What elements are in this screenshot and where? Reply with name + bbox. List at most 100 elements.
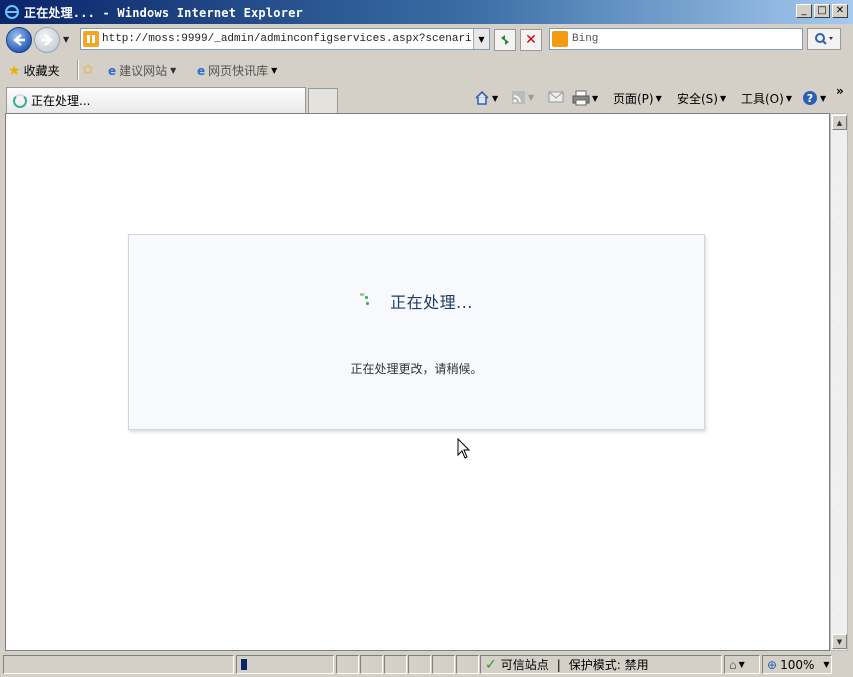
favorites-bar: ★ 收藏夹 ✩ e 建议网站 ▼ e 网页快讯库 ▼ — [0, 56, 853, 84]
progress-bar — [236, 655, 334, 674]
chevron-down-icon: ▼ — [592, 93, 599, 103]
forward-arrow-icon — [41, 34, 53, 46]
status-pane — [336, 655, 359, 674]
address-dropdown-icon[interactable]: ▼ — [473, 29, 489, 49]
back-button[interactable] — [6, 27, 32, 53]
help-icon: ? — [803, 91, 817, 105]
feeds-button[interactable]: ▼ — [511, 90, 534, 105]
web-slice-gallery-label: 网页快讯库 — [208, 64, 269, 78]
mouse-pointer-icon — [457, 437, 471, 463]
stop-icon: ✕ — [525, 32, 537, 48]
title-bar: 正在处理... - Windows Internet Explorer _ □ … — [0, 0, 853, 24]
tab-command-bar: 正在处理... ▼ ▼ ▼ 页面(P) ▼ 安全(S) ▼ 工具(O) ▼ ? … — [0, 84, 853, 113]
chevron-down-icon: ▼ — [820, 93, 827, 103]
ie-page-icon: e — [197, 63, 206, 78]
ie-page-icon: e — [108, 63, 117, 78]
spinner-icon — [360, 291, 376, 311]
tab-title: 正在处理... — [31, 94, 91, 108]
separator: | — [556, 657, 561, 672]
favorites-label: 收藏夹 — [23, 64, 60, 78]
search-input[interactable]: Bing — [572, 33, 598, 45]
chevron-down-icon: ▼ — [719, 94, 727, 103]
forward-button[interactable] — [34, 27, 60, 53]
tools-menu[interactable]: 工具(O) ▼ — [741, 90, 792, 107]
checkmark-icon: ✓ — [485, 656, 497, 673]
history-dropdown-icon[interactable]: ▼ — [63, 35, 69, 44]
page-content: 正在处理... 正在处理更改，请稍候。 — [5, 113, 830, 651]
safety-menu[interactable]: 安全(S) ▼ — [677, 90, 726, 107]
ie-logo-icon — [3, 3, 21, 21]
tab-current[interactable]: 正在处理... — [6, 87, 306, 113]
page-favicon-icon — [83, 31, 99, 47]
search-bar[interactable]: Bing — [549, 28, 803, 50]
mail-icon — [548, 91, 564, 103]
status-pane — [456, 655, 479, 674]
bing-icon — [552, 31, 568, 47]
page-menu-label: 页面(P) — [613, 92, 654, 106]
new-tab-button[interactable] — [308, 88, 338, 113]
svg-text:?: ? — [807, 92, 813, 105]
chevron-down-icon: ▼ — [738, 660, 745, 669]
refresh-icon — [501, 35, 509, 45]
help-menu[interactable]: ? ▼ — [802, 90, 826, 106]
favorites-button[interactable]: ★ 收藏夹 — [8, 62, 60, 79]
suggested-sites-label: 建议网站 — [119, 64, 168, 78]
home-button[interactable]: ▼ — [474, 90, 498, 106]
suggested-sites-button[interactable]: e 建议网站 ▼ — [108, 62, 176, 79]
close-button[interactable]: ✕ — [832, 4, 848, 18]
chevron-down-icon: ▼ — [170, 66, 177, 75]
more-commands-button[interactable]: » — [836, 84, 844, 98]
status-text — [3, 655, 234, 674]
trusted-sites-label: 可信站点 — [500, 658, 549, 672]
printer-icon — [572, 90, 590, 106]
minimize-button[interactable]: _ — [796, 4, 812, 18]
chevron-down-icon: ▼ — [492, 93, 499, 103]
more-commands-label: » — [836, 84, 844, 98]
loading-icon — [13, 93, 27, 108]
zoom-button[interactable]: ⊕ 100% ▼ — [762, 655, 832, 674]
tools-menu-label: 工具(O) — [741, 92, 784, 106]
web-slice-gallery-button[interactable]: e 网页快讯库 ▼ — [197, 62, 277, 79]
status-pane — [408, 655, 431, 674]
divider — [77, 60, 79, 80]
maximize-button[interactable]: □ — [814, 4, 830, 18]
zoom-level: 100% — [780, 657, 815, 672]
status-pane — [360, 655, 383, 674]
lock-icon: ⌂ — [729, 657, 737, 672]
status-pane — [384, 655, 407, 674]
chevron-down-icon: ▼ — [823, 660, 830, 669]
address-toolbar: ▼ http://moss:9999/_admin/adminconfigser… — [0, 24, 853, 56]
scroll-up-icon[interactable]: ▲ — [832, 115, 847, 130]
address-bar[interactable]: http://moss:9999/_admin/adminconfigservi… — [80, 28, 490, 50]
refresh-button[interactable] — [494, 29, 516, 51]
add-to-favorites-button[interactable]: ✩ — [82, 62, 94, 78]
read-mail-button[interactable] — [548, 90, 564, 104]
home-icon — [475, 90, 489, 105]
page-menu[interactable]: 页面(P) ▼ — [613, 90, 662, 107]
address-url[interactable]: http://moss:9999/_admin/adminconfigservi… — [102, 33, 472, 45]
progress-fill — [241, 659, 247, 670]
chevron-down-icon: ▼ — [785, 94, 792, 103]
security-zone[interactable]: ✓ 可信站点 | 保护模式: 禁用 — [480, 655, 722, 674]
back-arrow-icon — [13, 34, 25, 46]
privacy-button[interactable]: ⌂ ▼ — [724, 655, 760, 674]
dialog-message: 正在处理更改，请稍候。 — [350, 362, 483, 376]
add-favorite-icon: ✩ — [82, 62, 94, 78]
safety-menu-label: 安全(S) — [677, 92, 718, 106]
chevron-down-icon: ▼ — [655, 94, 662, 103]
status-pane — [432, 655, 455, 674]
vertical-scrollbar[interactable]: ▲ ▼ — [830, 113, 848, 651]
search-icon — [815, 33, 833, 45]
search-button[interactable] — [807, 28, 841, 50]
protected-mode-label: 保护模式: 禁用 — [568, 658, 649, 672]
zoom-icon: ⊕ — [767, 657, 778, 672]
star-icon: ★ — [8, 62, 21, 79]
window-title: 正在处理... - Windows Internet Explorer — [24, 5, 303, 20]
stop-button[interactable]: ✕ — [520, 29, 542, 51]
print-button[interactable]: ▼ — [572, 90, 598, 106]
rss-feed-icon — [512, 91, 525, 104]
chevron-down-icon: ▼ — [528, 93, 535, 102]
processing-dialog: 正在处理... 正在处理更改，请稍候。 — [128, 234, 705, 430]
chevron-down-icon: ▼ — [271, 66, 278, 75]
scroll-down-icon[interactable]: ▼ — [832, 634, 847, 649]
